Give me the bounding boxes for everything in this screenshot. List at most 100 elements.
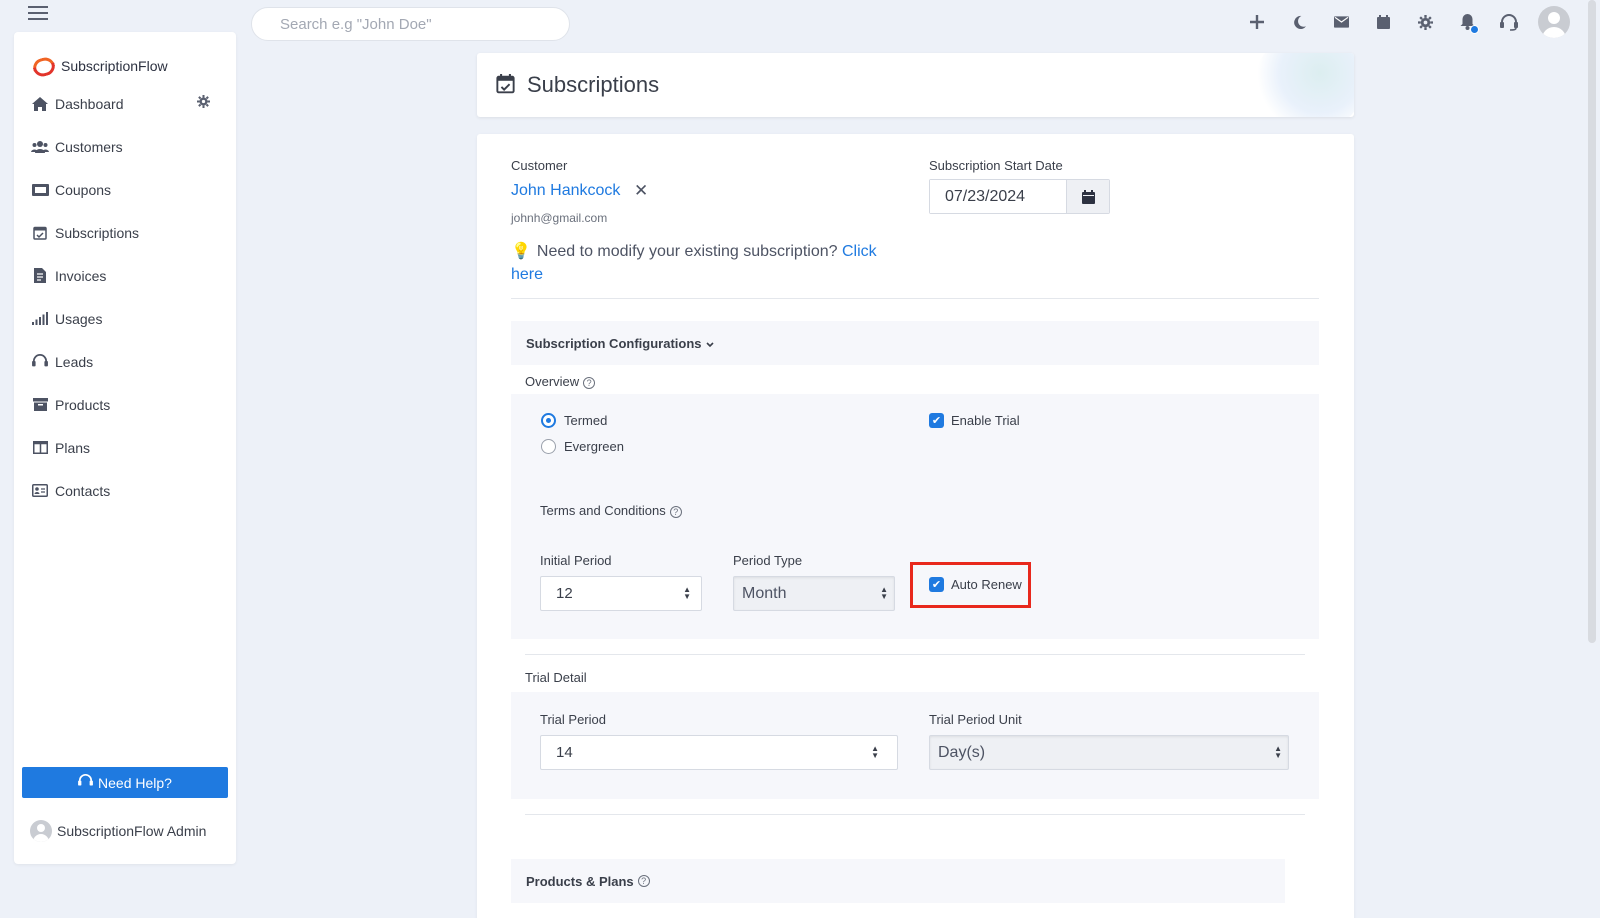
initial-period-input[interactable]: 12 ▲ ▼ <box>540 576 702 611</box>
customer-label: Customer <box>511 158 568 173</box>
termed-radio[interactable]: Termed <box>541 413 607 428</box>
notification-dot <box>1470 25 1479 34</box>
sidebar-item-invoices[interactable]: Invoices <box>14 254 236 297</box>
customer-email: johnh@gmail.com <box>511 211 608 225</box>
users-icon <box>30 139 50 155</box>
evergreen-label: Evergreen <box>564 439 624 454</box>
page-header: Subscriptions <box>477 53 1354 117</box>
invoice-icon <box>30 268 50 284</box>
divider <box>525 814 1305 815</box>
calendar-icon[interactable] <box>1362 6 1404 38</box>
brand-logo-icon <box>30 55 52 77</box>
terms-text: Terms and Conditions <box>540 503 666 518</box>
sidebar-item-label: Usages <box>55 310 103 327</box>
need-help-button[interactable]: Need Help? <box>22 767 228 798</box>
termed-label: Termed <box>564 413 608 428</box>
start-date-picker <box>929 179 1110 214</box>
enable-trial-label: Enable Trial <box>951 413 1020 428</box>
sidebar-item-customers[interactable]: Customers <box>14 125 236 168</box>
remove-customer-close-icon[interactable]: ✕ <box>634 181 648 201</box>
sidebar-item-products[interactable]: Products <box>14 383 236 426</box>
help-circle-icon[interactable]: ? <box>637 875 650 887</box>
overview-text: Overview <box>525 374 580 389</box>
help-circle-icon[interactable]: ? <box>583 376 596 389</box>
sidebar-item-plans[interactable]: Plans <box>14 426 236 469</box>
calendar-check-icon <box>496 73 515 98</box>
subscription-form: Customer John Hankcock ✕ johnh@gmail.com… <box>477 134 1354 918</box>
page-title: Subscriptions <box>527 72 660 97</box>
user-avatar[interactable] <box>1538 6 1570 38</box>
customer-name-link[interactable]: John Hankcock <box>511 182 620 200</box>
select-arrows-icon: ▲ ▼ <box>880 585 888 601</box>
products-plans-title: Products & Plans <box>526 873 634 889</box>
sidebar-item-leads[interactable]: Leads <box>14 340 236 383</box>
sidebar-item-usages[interactable]: Usages <box>14 297 236 340</box>
modify-text: Need to modify your existing subscriptio… <box>536 243 838 260</box>
enable-trial-checkbox[interactable]: ✔ Enable Trial <box>929 413 1020 428</box>
columns-icon <box>30 440 50 456</box>
moon-icon[interactable] <box>1278 6 1320 38</box>
chevron-down-icon <box>705 336 714 351</box>
lightbulb-icon: 💡 <box>511 243 531 260</box>
admin-profile[interactable]: SubscriptionFlow Admin <box>30 820 206 842</box>
trial-unit-value: Day(s) <box>938 743 986 761</box>
sidebar-item-label: Dashboard <box>55 95 124 112</box>
radio-selected-icon <box>541 413 556 428</box>
headset-icon <box>78 774 93 791</box>
mail-icon[interactable] <box>1320 6 1362 38</box>
gear-icon[interactable] <box>1404 6 1446 38</box>
trial-unit-label: Trial Period Unit <box>929 712 1022 727</box>
evergreen-radio[interactable]: Evergreen <box>541 439 624 454</box>
plus-icon[interactable] <box>1236 6 1278 38</box>
trial-unit-select[interactable]: Day(s) ▲ ▼ <box>929 735 1289 770</box>
trial-period-value: 14 <box>556 744 573 761</box>
brand[interactable]: SubscriptionFlow <box>14 32 236 82</box>
sidebar-item-label: Contacts <box>55 482 111 499</box>
stepper-arrows-icon[interactable]: ▲ ▼ <box>871 745 879 760</box>
sidebar-item-contacts[interactable]: Contacts <box>14 469 236 512</box>
help-circle-icon[interactable]: ? <box>669 505 682 518</box>
overview-label: Overview? <box>525 374 596 389</box>
subscription-configurations-toggle[interactable]: Subscription Configurations <box>511 321 1319 365</box>
bell-icon[interactable] <box>1446 6 1488 38</box>
page-scrollbar[interactable] <box>1588 0 1596 643</box>
config-title: Subscription Configurations <box>526 335 702 351</box>
sidebar-item-label: Plans <box>55 439 91 456</box>
headset-icon[interactable] <box>1488 6 1530 38</box>
bars-icon <box>30 311 50 327</box>
sidebar-item-label: Subscriptions <box>55 224 140 241</box>
start-date-input[interactable] <box>930 180 1066 213</box>
radio-unselected-icon <box>541 439 556 454</box>
need-help-label: Need Help? <box>98 774 172 791</box>
initial-period-label: Initial Period <box>540 553 612 568</box>
period-type-value: Month <box>742 584 787 602</box>
sidebar-item-subscriptions[interactable]: Subscriptions <box>14 211 236 254</box>
terms-label: Terms and Conditions? <box>540 503 682 518</box>
hamburger-menu-icon[interactable] <box>28 6 48 22</box>
calendar-icon[interactable] <box>1066 180 1109 213</box>
trial-period-label: Trial Period <box>540 712 606 727</box>
divider <box>525 654 1305 655</box>
sidebar-nav: Dashboard Customers Coupons Subscription… <box>14 82 236 512</box>
stepper-arrows-icon[interactable]: ▲ ▼ <box>683 586 691 601</box>
products-plans-section: Products & Plans ? <box>511 859 1285 903</box>
divider <box>511 298 1319 299</box>
search-input[interactable] <box>251 7 570 41</box>
admin-name: SubscriptionFlow Admin <box>57 823 207 839</box>
header-decoration <box>1254 53 1354 117</box>
initial-period-value: 12 <box>556 585 573 602</box>
headset-icon <box>30 354 50 370</box>
trial-period-input[interactable]: 14 ▲ ▼ <box>540 735 898 770</box>
select-arrows-icon: ▲ ▼ <box>1274 744 1282 760</box>
contact-card-icon <box>30 483 50 499</box>
dashboard-settings-gear-icon[interactable] <box>197 95 210 112</box>
sidebar-item-label: Coupons <box>55 181 112 198</box>
sidebar-item-dashboard[interactable]: Dashboard <box>14 82 236 125</box>
archive-icon <box>30 397 50 413</box>
sidebar-item-coupons[interactable]: Coupons <box>14 168 236 211</box>
modify-subscription-hint: 💡 Need to modify your existing subscripti… <box>511 240 891 286</box>
sidebar-item-label: Invoices <box>55 267 107 284</box>
period-type-select[interactable]: Month ▲ ▼ <box>733 576 895 611</box>
sidebar-item-label: Products <box>55 396 111 413</box>
ticket-icon <box>30 182 50 198</box>
